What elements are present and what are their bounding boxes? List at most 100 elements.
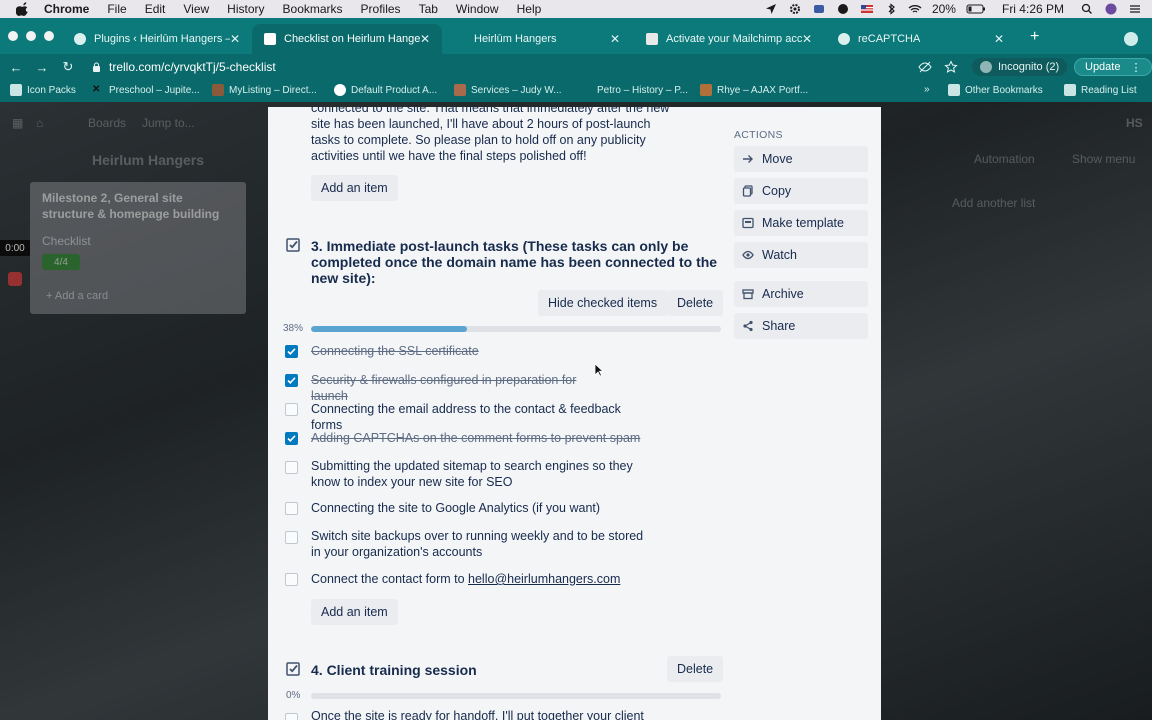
- menu-app-chrome[interactable]: Chrome: [44, 2, 89, 16]
- thumbnail-icon: [454, 84, 466, 96]
- hide-checked-items-button[interactable]: Hide checked items: [538, 290, 668, 316]
- item-checkbox[interactable]: [285, 374, 298, 387]
- spotlight-search-icon[interactable]: [1080, 3, 1094, 15]
- menu-help[interactable]: Help: [517, 2, 542, 16]
- close-icon[interactable]: ✕: [994, 32, 1004, 46]
- tab-checklist[interactable]: Checklist on Heirlum Hangers ✕: [252, 24, 442, 54]
- copy-button[interactable]: Copy: [734, 178, 868, 204]
- menu-file[interactable]: File: [107, 2, 126, 16]
- menu-profiles[interactable]: Profiles: [361, 2, 401, 16]
- add-item-button[interactable]: Add an item: [311, 175, 398, 201]
- battery-icon[interactable]: [966, 3, 986, 15]
- email-link[interactable]: hello@heirlumhangers.com: [468, 572, 620, 586]
- item-checkbox[interactable]: [285, 461, 298, 474]
- bookmark-reading-list[interactable]: Reading List: [1064, 84, 1137, 96]
- menu-edit[interactable]: Edit: [145, 2, 166, 16]
- menu-tab[interactable]: Tab: [419, 2, 438, 16]
- tab-search-icon[interactable]: [1124, 32, 1138, 46]
- share-button[interactable]: Share: [734, 313, 868, 339]
- menu-window[interactable]: Window: [456, 2, 499, 16]
- bluetooth-icon[interactable]: [884, 3, 898, 15]
- archive-icon: [742, 289, 754, 300]
- bookmark-preschool[interactable]: ✕ Preschool – Jupite...: [92, 84, 200, 96]
- checklist-icon: [286, 662, 300, 676]
- kebab-menu-icon[interactable]: ⋮: [1130, 61, 1141, 74]
- mac-menubar: Chrome File Edit View History Bookmarks …: [0, 0, 1152, 18]
- menu-history[interactable]: History: [227, 2, 264, 16]
- apple-icon[interactable]: [16, 2, 30, 16]
- bookmark-petro[interactable]: Petro – History – P...: [580, 84, 688, 96]
- checklist-item-email[interactable]: Connecting the email address to the cont…: [311, 401, 651, 433]
- item-checkbox[interactable]: [285, 713, 298, 720]
- update-button[interactable]: Update ⋮: [1074, 58, 1152, 76]
- puzzle-icon[interactable]: [812, 3, 826, 15]
- checklist-item-security[interactable]: Security & firewalls configured in prepa…: [311, 372, 611, 404]
- checklist-item-backups[interactable]: Switch site backups over to running week…: [311, 528, 651, 560]
- clock[interactable]: Fri 4:26 PM: [1002, 2, 1064, 16]
- bookmark-mylisting[interactable]: MyListing – Direct...: [212, 84, 317, 96]
- item-checkbox[interactable]: [285, 345, 298, 358]
- checklist-item-captcha[interactable]: Adding CAPTCHAs on the comment forms to …: [311, 430, 651, 446]
- flag-us-icon[interactable]: [860, 3, 874, 15]
- menu-view[interactable]: View: [183, 2, 209, 16]
- user-avatar-icon[interactable]: [1104, 3, 1118, 15]
- window-controls: [8, 31, 54, 41]
- checklist-4-title[interactable]: 4. Client training session: [311, 662, 611, 678]
- thumbnail-icon: [212, 84, 224, 96]
- checklist-item-sitemap[interactable]: Submitting the updated sitemap to search…: [311, 458, 651, 490]
- bookmark-icon-packs[interactable]: Icon Packs: [10, 84, 76, 96]
- tab-recaptcha[interactable]: reCAPTCHA ✕: [826, 24, 1016, 54]
- reload-icon[interactable]: ↻: [58, 59, 78, 75]
- item-checkbox[interactable]: [285, 502, 298, 515]
- creative-cloud-icon[interactable]: [836, 3, 850, 15]
- item-checkbox[interactable]: [285, 403, 298, 416]
- wifi-icon[interactable]: [908, 3, 922, 15]
- bookmark-default-product[interactable]: Default Product A...: [334, 84, 437, 96]
- move-button[interactable]: Move: [734, 146, 868, 172]
- bookmark-services[interactable]: Services – Judy W...: [454, 84, 562, 96]
- address-bar[interactable]: trello.com/c/yrvqktTj/5-checklist: [92, 57, 972, 77]
- card-detail-modal: connected to the site. That means that i…: [268, 107, 881, 720]
- archive-button[interactable]: Archive: [734, 281, 868, 307]
- close-icon[interactable]: ✕: [420, 32, 430, 46]
- item-checkbox[interactable]: [285, 432, 298, 445]
- tab-heirlum-hangers[interactable]: Heirlūm Hangers ✕: [442, 24, 632, 54]
- tab-mailchimp[interactable]: Activate your Mailchimp accou ✕: [634, 24, 824, 54]
- back-arrow-icon[interactable]: ←: [6, 60, 26, 75]
- close-window-button[interactable]: [8, 31, 18, 41]
- incognito-icon: [980, 61, 992, 73]
- star-icon[interactable]: [944, 60, 958, 74]
- zoom-window-button[interactable]: [44, 31, 54, 41]
- delete-checklist-4-button[interactable]: Delete: [667, 656, 724, 682]
- gear-icon[interactable]: [788, 3, 802, 15]
- new-tab-button[interactable]: +: [1030, 28, 1039, 46]
- tab-plugins[interactable]: Plugins ‹ Heirlūm Hangers — W ✕: [62, 24, 252, 54]
- bookmark-other[interactable]: Other Bookmarks: [948, 84, 1043, 96]
- close-icon[interactable]: ✕: [230, 32, 240, 46]
- eye-slash-icon[interactable]: [918, 60, 932, 74]
- add-item-button[interactable]: Add an item: [311, 599, 398, 625]
- close-icon[interactable]: ✕: [802, 32, 812, 46]
- bookmarks-overflow[interactable]: »: [924, 84, 930, 95]
- incognito-badge[interactable]: Incognito (2): [972, 58, 1068, 76]
- forward-arrow-icon[interactable]: →: [32, 60, 52, 75]
- item-checkbox[interactable]: [285, 531, 298, 544]
- delete-checklist-3-button[interactable]: Delete: [667, 290, 724, 316]
- checklist-item-training[interactable]: Once the site is ready for handoff, I'll…: [311, 708, 651, 720]
- watch-button[interactable]: Watch: [734, 242, 868, 268]
- minimize-window-button[interactable]: [26, 31, 36, 41]
- checklist-item-contact-form[interactable]: Connect the contact form to hello@heirlu…: [311, 571, 651, 587]
- checklist-3-title[interactable]: 3. Immediate post-launch tasks (These ta…: [311, 238, 721, 286]
- location-arrow-icon[interactable]: [764, 3, 778, 15]
- checklist-item-analytics[interactable]: Connecting the site to Google Analytics …: [311, 500, 651, 516]
- bookmark-rhye[interactable]: Rhye – AJAX Portf...: [700, 84, 808, 96]
- close-icon[interactable]: ✕: [610, 32, 620, 46]
- checklist-2-item-text[interactable]: connected to the site. That means that i…: [311, 107, 671, 164]
- control-center-icon[interactable]: [1128, 3, 1142, 15]
- menu-bookmarks[interactable]: Bookmarks: [283, 2, 343, 16]
- item-checkbox[interactable]: [285, 573, 298, 586]
- checklist-item-ssl[interactable]: Connecting the SSL certificate: [311, 343, 651, 359]
- lock-icon: [93, 62, 100, 72]
- make-template-button[interactable]: Make template: [734, 210, 868, 236]
- x-logo-icon: ✕: [92, 84, 101, 95]
